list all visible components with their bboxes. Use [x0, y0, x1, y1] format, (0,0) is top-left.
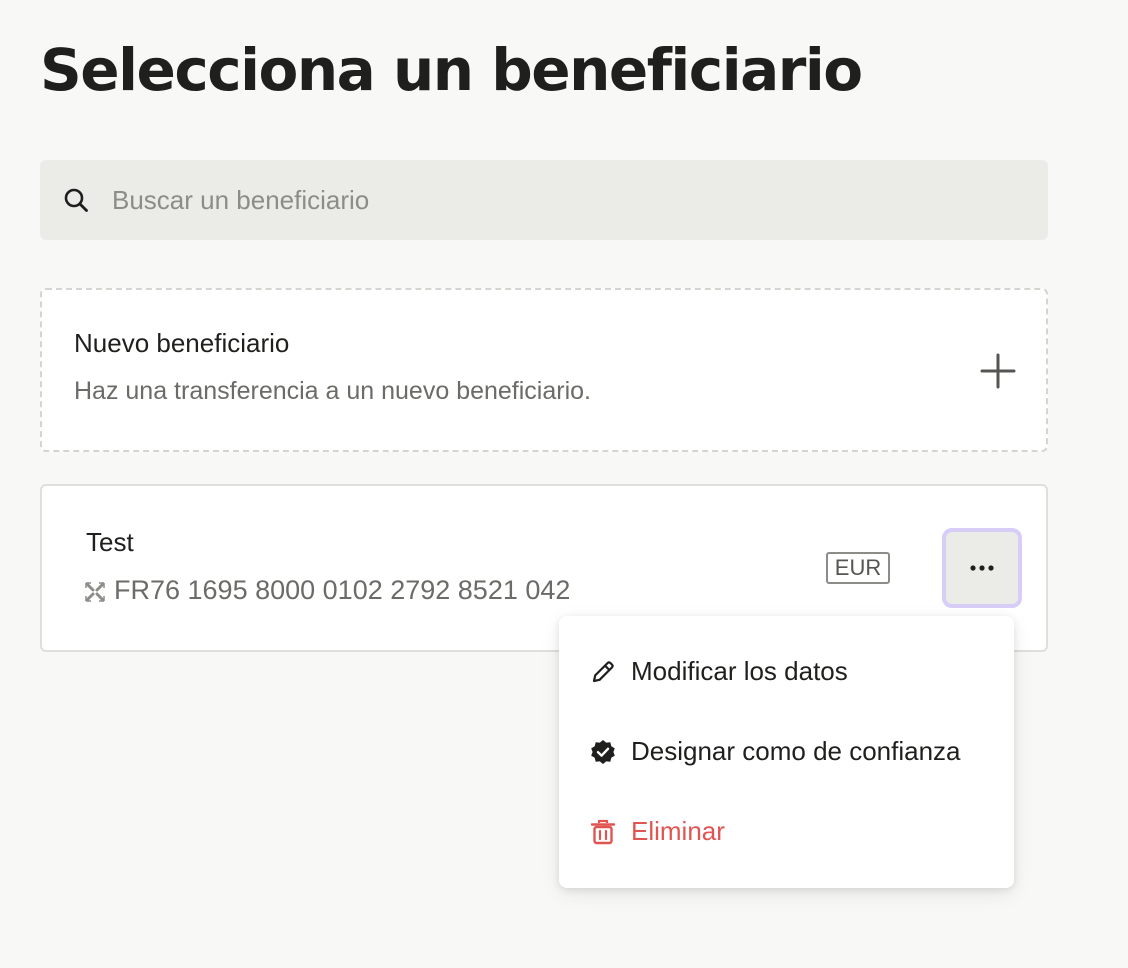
menu-item-trust[interactable]: Designar como de confianza: [559, 716, 1014, 788]
menu-item-edit-label: Modificar los datos: [631, 656, 848, 686]
pencil-icon: [592, 661, 614, 683]
menu-item-delete[interactable]: Eliminar: [559, 796, 1014, 868]
beneficiary-iban: FR76 1695 8000 0102 2792 8521 042: [114, 575, 571, 605]
menu-item-edit[interactable]: Modificar los datos: [559, 636, 1014, 708]
page: Selecciona un beneficiario Nuevo benefic…: [0, 0, 1128, 968]
menu-item-delete-label: Eliminar: [631, 816, 725, 846]
verified-badge-icon: [591, 740, 615, 764]
page-title: Selecciona un beneficiario: [40, 36, 863, 104]
more-horizontal-icon: [970, 565, 994, 571]
menu-item-trust-label: Designar como de confianza: [631, 736, 961, 766]
search-input[interactable]: [112, 180, 1012, 220]
new-beneficiary-card[interactable]: [40, 288, 1048, 452]
plus-icon[interactable]: [980, 353, 1016, 389]
new-beneficiary-title: Nuevo beneficiario: [74, 328, 290, 358]
sepa-icon: [85, 582, 105, 602]
search-icon: [64, 188, 88, 212]
beneficiary-name: Test: [86, 527, 134, 557]
more-options-button[interactable]: [942, 528, 1022, 608]
trash-icon: [590, 819, 616, 845]
beneficiary-actions-menu: Modificar los datos Designar como de con…: [559, 616, 1014, 888]
new-beneficiary-subtitle: Haz una transferencia a un nuevo benefic…: [74, 377, 591, 405]
currency-badge: EUR: [826, 552, 890, 584]
